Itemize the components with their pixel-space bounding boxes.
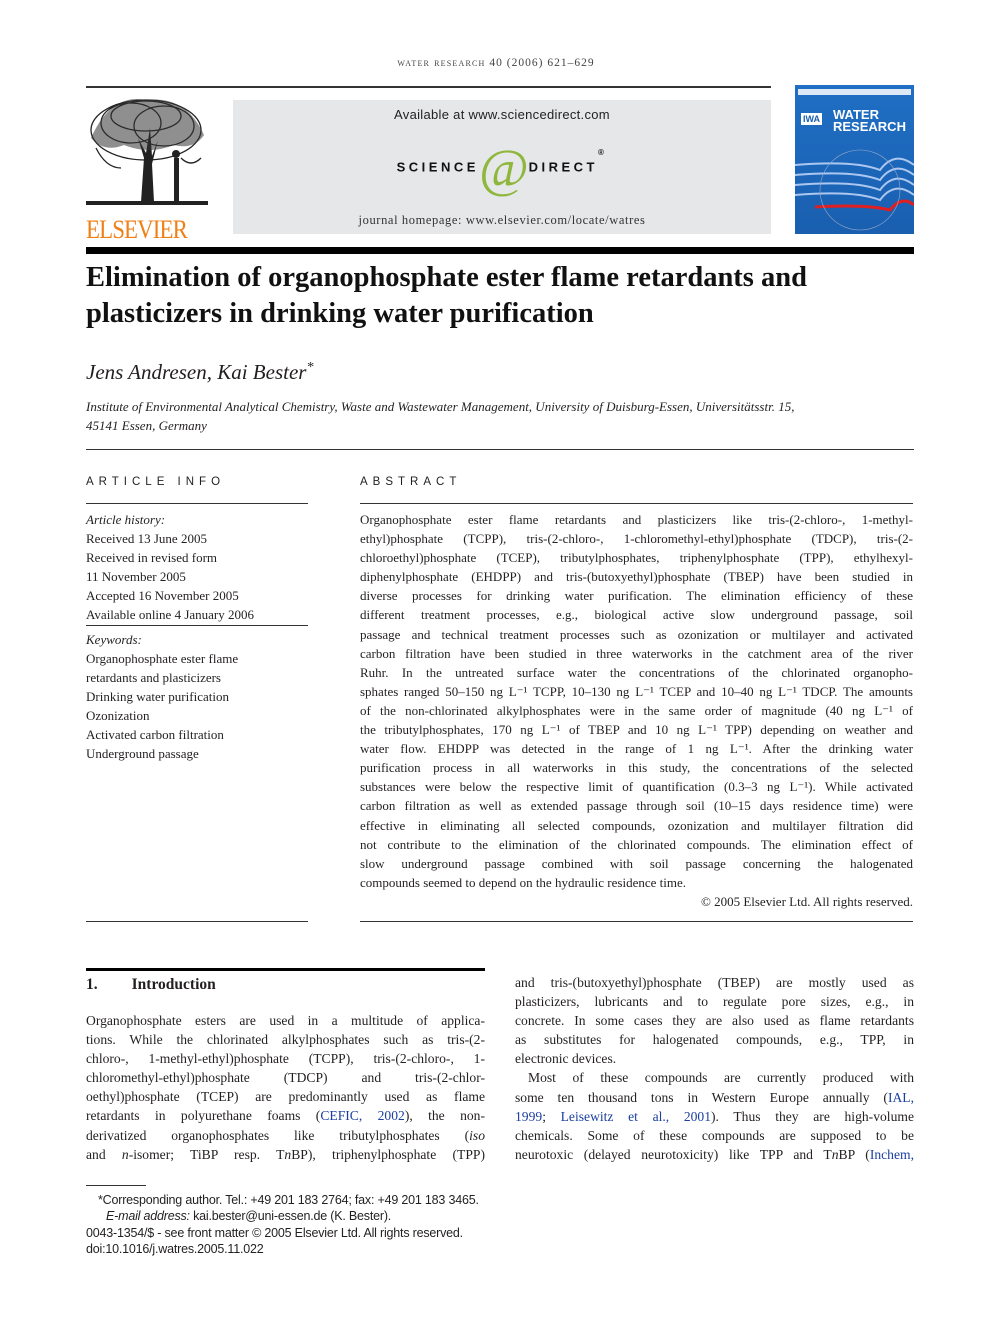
text-line: electronic devices.	[515, 1051, 617, 1067]
abstract-line: sphates ranged 50–150 ng L⁻¹ TCPP, 10–13…	[360, 683, 913, 699]
citation-link[interactable]: CEFIC, 2002	[320, 1108, 404, 1123]
running-header: water research 40 (2006) 621–629	[397, 57, 595, 69]
abstract-copyright: © 2005 Elsevier Ltd. All rights reserved…	[700, 893, 913, 909]
divider	[86, 503, 308, 504]
keyword: retardants and plasticizers	[86, 669, 221, 685]
abstract-line: the tributylphosphates, 170 ng L⁻¹ of TB…	[360, 722, 913, 738]
abstract-line: not contribute to the elimination of the…	[360, 836, 913, 852]
text-line: oethyl)phosphate (TCEP) are predominantl…	[86, 1089, 485, 1105]
divider	[360, 921, 913, 922]
abstract-line: of the non-chlorinated alkylphosphates w…	[360, 702, 913, 718]
article-info: Article history: Received 13 June 2005 Re…	[86, 510, 308, 763]
abstract-line: Organophosphate ester flame retardants a…	[360, 512, 913, 527]
text-line: derivatized organophosphates like tribut…	[86, 1127, 485, 1143]
abstract-line: effective in eliminating all selected co…	[360, 817, 913, 833]
sciencedirect-logo: SCIENCE@DIRECT®	[396, 138, 608, 198]
abstract-line: diverse processes for drinking water pur…	[360, 588, 913, 604]
corresponding-author-note: *Corresponding author. Tel.: +49 201 183…	[98, 1193, 479, 1207]
elsevier-wordmark: ELSEVIER	[86, 215, 188, 244]
footnotes: *Corresponding author. Tel.: +49 201 183…	[86, 1193, 479, 1257]
sciencedirect-banner: Available at www.sciencedirect.com SCIEN…	[233, 100, 771, 234]
section-heading-introduction: 1. Introduction	[86, 976, 216, 993]
text-line: retardants in polyurethane foams (CEFIC,…	[86, 1108, 485, 1124]
available-at-text: Available at www.sciencedirect.com	[394, 107, 610, 122]
keyword: Underground passage	[86, 746, 199, 762]
divider	[86, 624, 308, 626]
header-rule	[86, 86, 771, 88]
keyword: Organophosphate ester flame	[86, 650, 239, 666]
doi[interactable]: doi:10.1016/j.watres.2005.11.022	[86, 1241, 479, 1257]
text-line: some ten thousand tons in Western Europe…	[515, 1089, 914, 1105]
history-item: Accepted 16 November 2005	[86, 588, 239, 604]
section-rule	[86, 968, 485, 971]
journal-homepage-link[interactable]: journal homepage: www.elsevier.com/locat…	[233, 213, 771, 228]
text-line: plasticizers, lubricants and to regulate…	[515, 994, 914, 1010]
text-line: and tris-(butoxyethyl)phosphate (TBEP) a…	[515, 975, 914, 990]
journal-cover: IWA WATER RESEARCH	[795, 85, 914, 234]
divider	[86, 921, 308, 922]
abstract-line: ethyl)phosphate (TCPP), tris-(2-chloro-,…	[360, 531, 913, 547]
introduction-left-column: Organophosphate esters are used in a mul…	[86, 1011, 485, 1164]
keyword: Activated carbon filtration	[86, 727, 224, 743]
divider	[360, 503, 913, 504]
text-line: tions. While the chlorinated alkylphosph…	[86, 1032, 485, 1048]
text-line: 1999; Leisewitz et al., 2001). Thus they…	[515, 1108, 914, 1124]
history-item: Received in revised form	[86, 550, 218, 566]
abstract-line: different treatment processes, e.g., bio…	[360, 607, 913, 623]
history-item: 11 November 2005	[86, 569, 186, 585]
keyword: Ozonization	[86, 707, 150, 723]
elsevier-logo: ELSEVIER	[86, 98, 208, 243]
citation-link[interactable]: 1999	[515, 1109, 542, 1124]
cover-title: WATER RESEARCH	[833, 107, 906, 134]
history-item: Available online 4 January 2006	[86, 607, 254, 623]
abstract: Organophosphate ester flame retardants a…	[360, 510, 913, 911]
abstract-heading: ABSTRACT	[360, 476, 462, 488]
title-rule	[86, 247, 914, 254]
citation-link[interactable]: IAL,	[888, 1090, 914, 1105]
text-line: chloro-, 1-methyl-ethyl)phosphate (TCPP)…	[86, 1051, 485, 1067]
article-title: Elimination of organophosphate ester fla…	[86, 262, 807, 329]
abstract-line: chloroethyl)phosphate (TCEP), tributylph…	[360, 550, 913, 566]
corresponding-author-mark[interactable]: *	[306, 360, 313, 375]
abstract-line: carbon filtration have been studied in t…	[360, 645, 913, 661]
text-line: Most of these compounds are currently pr…	[528, 1070, 914, 1086]
footnote-rule	[86, 1185, 146, 1186]
citation-link[interactable]: Inchem,	[870, 1147, 914, 1162]
introduction-right-column: and tris-(butoxyethyl)phosphate (TBEP) a…	[515, 973, 914, 1164]
citation-link[interactable]: Leisewitz et al., 2001	[561, 1109, 711, 1124]
abstract-line: slow underground passage combined with s…	[360, 855, 913, 871]
text-line: chloromethyl-ethyl)phosphate (TDCP) and …	[86, 1070, 485, 1086]
abstract-line: diphenylphosphate (EHDPP) and tris-(buto…	[360, 569, 913, 585]
front-matter: 0043-1354/$ - see front matter © 2005 El…	[86, 1225, 463, 1240]
keyword: Drinking water purification	[86, 688, 229, 704]
email-link[interactable]: kai.bester@uni-essen.de (K. Bester).	[190, 1209, 391, 1223]
text-line: as substitutes for halogenated compounds…	[515, 1032, 914, 1048]
affiliation: Institute of Environmental Analytical Ch…	[86, 399, 795, 433]
abstract-line: substances were below the respective lim…	[360, 779, 913, 795]
keywords-list: Organophosphate ester flame retardants an…	[86, 649, 308, 764]
text-line: neurotoxic (delayed neurotoxicity) like …	[515, 1146, 914, 1162]
abstract-line: compounds seemed to depend on the hydrau…	[360, 874, 686, 890]
text-line: Organophosphate esters are used in a mul…	[86, 1013, 485, 1028]
divider	[86, 449, 914, 450]
abstract-line: purification process in all waterworks i…	[360, 760, 913, 776]
iwa-badge: IWA	[801, 113, 822, 125]
abstract-line: water flow. EHDPP was detected in the ra…	[360, 741, 913, 757]
article-info-heading: ARTICLE INFO	[86, 476, 226, 488]
authors: Jens Andresen, Kai Bester*	[86, 360, 314, 384]
text-line: chemicals. Some of these compounds are s…	[515, 1127, 914, 1143]
elsevier-tree-icon	[86, 99, 208, 205]
history-item: Received 13 June 2005	[86, 531, 207, 547]
abstract-line: carbon filtration as well as extended pa…	[360, 798, 913, 814]
abstract-line: passage and technical treatment processe…	[360, 626, 913, 642]
cover-wave-graphic	[795, 149, 914, 231]
text-line: concrete. In some cases they are also us…	[515, 1013, 914, 1029]
article-history: Received 13 June 2005 Received in revised…	[86, 529, 308, 624]
text-line: and n-isomer; TiBP resp. TnBP), tripheny…	[86, 1146, 485, 1162]
abstract-line: Ruhr. In the untreated surface water the…	[360, 664, 913, 680]
